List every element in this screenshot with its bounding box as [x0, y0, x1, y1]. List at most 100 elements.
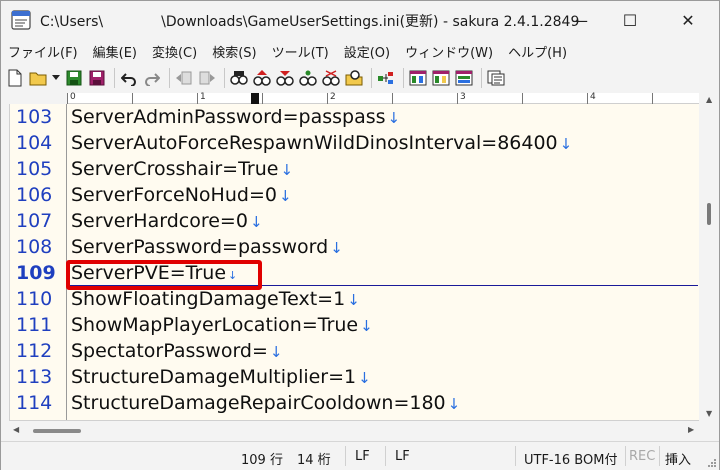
scroll-down-arrow-icon[interactable]: ▼ [706, 409, 712, 418]
status-separator [515, 446, 516, 466]
search-previous-icon[interactable] [252, 68, 272, 88]
vertical-scrollbar[interactable] [699, 93, 719, 420]
line-text: ServerAutoForceRespawnWildDinosInterval=… [71, 132, 573, 154]
toolbar [1, 64, 719, 92]
status-eol-type-2[interactable]: LF [395, 449, 410, 464]
scroll-up-arrow-icon[interactable]: ▲ [706, 95, 712, 104]
menu-convert[interactable]: 変換(C) [152, 42, 197, 61]
menu-window[interactable]: ウィンドウ(W) [405, 42, 493, 61]
menu-tools[interactable]: ツール(T) [272, 42, 329, 61]
new-file-icon[interactable] [5, 68, 25, 88]
line-text: StructureDamageMultiplier=1 ↓ [71, 366, 371, 388]
line-number: 106 [16, 184, 53, 206]
eol-mark: ↓ [278, 187, 292, 205]
open-dropdown-icon[interactable] [51, 68, 61, 88]
line-number-current: 109 [16, 262, 56, 284]
search-icon[interactable] [229, 68, 249, 88]
editor-line[interactable]: 107 ServerHardcore=0 ↓ [10, 208, 699, 234]
save-icon[interactable] [64, 68, 84, 88]
line-text: ServerPassword=password ↓ [71, 236, 343, 258]
toolbar-separator [224, 68, 225, 88]
line-text: ServerHardcore=0 ↓ [71, 210, 263, 232]
minimize-button[interactable]: — [557, 1, 603, 39]
toolbar-separator [114, 68, 115, 88]
ruler-mark-0: 0 [70, 92, 76, 102]
editor-line[interactable]: 104 ServerAutoForceRespawnWildDinosInter… [10, 130, 699, 156]
title-path-prefix: C:\Users\ [40, 14, 104, 30]
line-number: 111 [16, 314, 53, 336]
status-eol-type[interactable]: LF [355, 449, 370, 464]
move-previous-icon[interactable] [174, 68, 194, 88]
maximize-button[interactable]: ☐ [607, 1, 653, 39]
view-mode-2-icon[interactable] [431, 68, 451, 88]
editor-line[interactable]: 113 StructureDamageMultiplier=1 ↓ [10, 364, 699, 390]
title-redacted-username [103, 14, 161, 26]
title-path-suffix: \Downloads\GameUserSettings.ini(更新) - sa… [161, 14, 580, 30]
open-folder-icon[interactable] [28, 68, 48, 88]
window-title: C:\Users\ \Downloads\GameUserSettings.ini… [40, 11, 579, 31]
status-insert-mode[interactable]: 挿入 [665, 449, 691, 468]
left-edge [1, 93, 9, 440]
menu-search[interactable]: 検索(S) [212, 42, 256, 61]
line-number: 108 [16, 236, 53, 258]
eol-mark: ↓ [249, 213, 263, 231]
horizontal-scrollbar[interactable] [9, 420, 699, 440]
line-text: ServerAdminPassword=passpass ↓ [71, 106, 401, 128]
save-all-icon[interactable] [87, 68, 107, 88]
line-text: StructureDamageRepairCooldown=180 ↓ [71, 392, 461, 414]
window-list-icon[interactable] [486, 68, 506, 88]
search-marker-clear-icon[interactable] [321, 68, 341, 88]
move-next-icon[interactable] [197, 68, 217, 88]
editor-line[interactable]: 114 StructureDamageRepairCooldown=180 ↓ [10, 390, 699, 416]
eol-mark: ↓ [347, 291, 360, 309]
menu-edit[interactable]: 編集(E) [93, 42, 137, 61]
highlight-annotation-box [66, 260, 262, 290]
undo-icon[interactable] [119, 68, 139, 88]
line-text: ServerCrosshair=True ↓ [71, 158, 294, 180]
title-bar[interactable]: C:\Users\ \Downloads\GameUserSettings.ini… [1, 1, 719, 39]
ruler-mark-3: 3 [460, 92, 466, 102]
menu-file[interactable]: ファイル(F) [8, 42, 78, 61]
ruler-ticks [67, 93, 653, 104]
editor-line[interactable]: 106 ServerForceNoHud=0 ↓ [10, 182, 699, 208]
vertical-scroll-thumb[interactable] [707, 203, 711, 225]
view-mode-3-icon[interactable] [454, 68, 474, 88]
status-separator [385, 446, 386, 466]
editor-line[interactable]: 112 SpectatorPassword= ↓ [10, 338, 699, 364]
status-separator [345, 446, 346, 466]
grep-icon[interactable] [344, 68, 364, 88]
menu-settings[interactable]: 設定(O) [344, 42, 390, 61]
view-mode-1-icon[interactable] [408, 68, 428, 88]
status-encoding[interactable]: UTF-16 BOM付 [524, 449, 617, 468]
replace-icon[interactable] [298, 68, 318, 88]
editor-window: C:\Users\ \Downloads\GameUserSettings.ini… [0, 0, 720, 470]
line-text: ShowFloatingDamageText=1 ↓ [71, 288, 360, 310]
outline-analysis-icon[interactable] [376, 68, 396, 88]
eol-mark: ↓ [559, 135, 573, 153]
resize-grip-icon[interactable] [707, 458, 717, 468]
menu-help[interactable]: ヘルプ(H) [508, 42, 567, 61]
scroll-left-arrow-icon[interactable]: ◀ [13, 425, 19, 434]
line-number: 104 [16, 132, 53, 154]
search-next-icon[interactable] [275, 68, 295, 88]
line-number: 112 [16, 340, 53, 362]
sakura-app-icon [11, 10, 31, 30]
status-column: 14 桁 [297, 453, 331, 468]
line-number: 105 [16, 158, 53, 180]
column-ruler: 0 1 2 3 4 [67, 92, 699, 104]
status-separator [659, 446, 660, 466]
status-bar: 109 行 14 桁 LF LF UTF-16 BOM付 REC 挿入 [1, 441, 719, 470]
horizontal-scroll-thumb[interactable] [33, 429, 81, 433]
eol-mark: ↓ [330, 239, 343, 257]
scroll-right-arrow-icon[interactable]: ▶ [688, 425, 694, 434]
redo-icon[interactable] [142, 68, 162, 88]
editor-line[interactable]: 103 ServerAdminPassword=passpass ↓ [10, 104, 699, 130]
line-text: SpectatorPassword= ↓ [71, 340, 283, 362]
editor-line[interactable]: 105 ServerCrosshair=True ↓ [10, 156, 699, 182]
editor-line[interactable]: 111 ShowMapPlayerLocation=True ↓ [10, 312, 699, 338]
text-editor[interactable]: 103 ServerAdminPassword=passpass ↓ 104 Se… [9, 104, 699, 420]
status-rec: REC [629, 449, 656, 464]
close-button[interactable]: ✕ [665, 1, 711, 39]
editor-line[interactable]: 108 ServerPassword=password ↓ [10, 234, 699, 260]
line-number: 107 [16, 210, 53, 232]
